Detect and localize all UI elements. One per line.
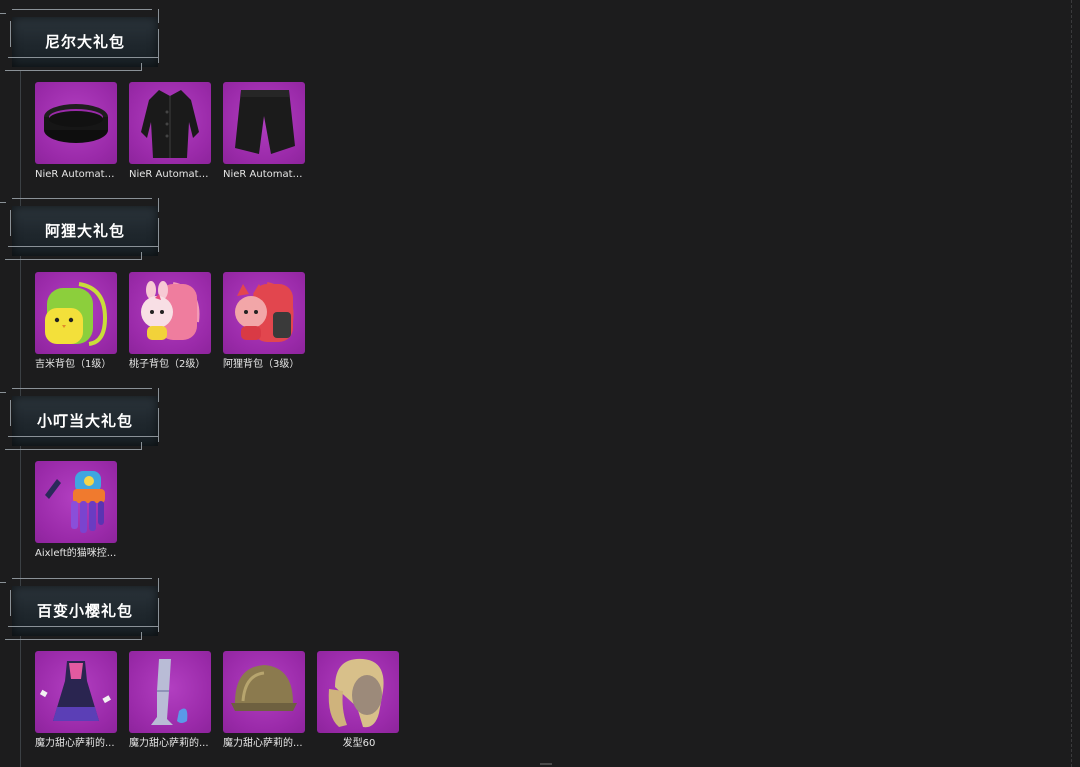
item-card[interactable]: 发型60 <box>317 651 401 750</box>
section-sakura-pack: 百变小樱礼包 魔力甜心萨莉的... 魔力甜心萨莉的... 魔力甜心萨莉的... … <box>0 576 420 766</box>
item-card[interactable]: 魔力甜心萨莉的... <box>35 651 119 750</box>
section-title: 百变小樱礼包 <box>36 602 133 620</box>
item-card[interactable]: 吉米背包（1级） <box>35 272 119 371</box>
item-card[interactable]: NieR Automata... <box>129 82 213 181</box>
item-name: NieR Automata... <box>223 169 307 180</box>
blonde-hairstyle-icon <box>317 651 399 733</box>
section-title: 阿狸大礼包 <box>44 222 125 240</box>
item-card[interactable]: 阿狸背包（3级） <box>223 272 307 371</box>
item-name: 魔力甜心萨莉的... <box>35 738 115 749</box>
section-nier-pack: 尼尔大礼包 NieR Automata... NieR Automata... … <box>0 7 420 197</box>
item-card[interactable]: 魔力甜心萨莉的... <box>223 651 307 750</box>
black-belt-icon <box>35 82 117 164</box>
green-chick-backpack-icon <box>35 272 117 354</box>
red-fox-backpack-icon <box>223 272 305 354</box>
gift-pack-list: 尼尔大礼包 NieR Automata... NieR Automata... … <box>0 0 1080 767</box>
item-card[interactable]: NieR Automata... <box>35 82 119 181</box>
section-ali-pack: 阿狸大礼包 吉米背包（1级） 桃子背包（2级） 阿狸背包（3级） <box>0 196 420 386</box>
item-name: 阿狸背包（3级） <box>223 359 300 370</box>
item-name: 魔力甜心萨莉的... <box>129 738 209 749</box>
section-title: 尼尔大礼包 <box>44 33 125 51</box>
item-card[interactable]: Aixleft的猫咪控... <box>35 461 119 560</box>
item-name: Aixleft的猫咪控... <box>35 548 117 559</box>
magic-dress-icon <box>35 651 117 733</box>
section-header: 尼尔大礼包 <box>0 7 175 77</box>
black-coat-icon <box>129 82 211 164</box>
section-doraemon-pack: 小叮当大礼包 Aixleft的猫咪控... <box>0 386 420 576</box>
section-header: 小叮当大礼包 <box>0 386 175 456</box>
item-name: 桃子背包（2级） <box>129 359 206 370</box>
item-card[interactable]: NieR Automata... <box>223 82 307 181</box>
item-card[interactable]: 桃子背包（2级） <box>129 272 213 371</box>
item-name: NieR Automata... <box>35 169 119 180</box>
scroll-indicator <box>540 763 552 765</box>
right-divider <box>1071 0 1072 767</box>
item-card[interactable]: 魔力甜心萨莉的... <box>129 651 213 750</box>
section-header: 阿狸大礼包 <box>0 196 175 266</box>
item-name: 魔力甜心萨莉的... <box>223 738 303 749</box>
pink-bunny-backpack-icon <box>129 272 211 354</box>
item-name: 发型60 <box>342 738 376 749</box>
black-shorts-icon <box>223 82 305 164</box>
item-name: 吉米背包（1级） <box>35 359 112 370</box>
cat-glove-icon <box>35 461 117 543</box>
item-name: NieR Automata... <box>129 169 213 180</box>
section-title: 小叮当大礼包 <box>36 412 133 430</box>
magic-boots-icon <box>129 651 211 733</box>
section-header: 百变小樱礼包 <box>0 576 175 646</box>
bronze-helmet-icon <box>223 651 305 733</box>
